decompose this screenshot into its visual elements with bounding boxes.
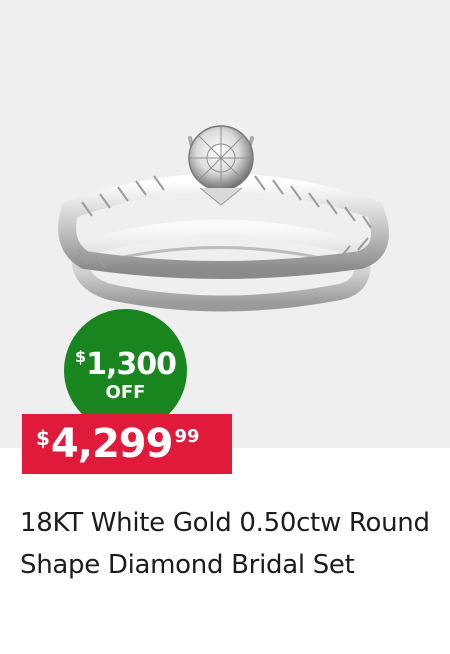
product-card[interactable]: $1,300 OFF $ 4,299 99 18KT White Gold 0.…: [0, 0, 450, 654]
product-image[interactable]: [40, 110, 400, 330]
savings-off-label: OFF: [105, 382, 146, 403]
savings-amount: $1,300: [64, 341, 187, 381]
price-dollars: 4,299: [50, 421, 174, 467]
price-cents: 99: [174, 426, 200, 447]
product-title[interactable]: 18KT White Gold 0.50ctw Round Shape Diam…: [20, 502, 435, 586]
price-tag: $ 4,299 99: [22, 414, 232, 474]
savings-currency: $: [74, 347, 86, 366]
price-currency: $: [36, 426, 50, 450]
savings-value: 1,300: [86, 347, 177, 382]
